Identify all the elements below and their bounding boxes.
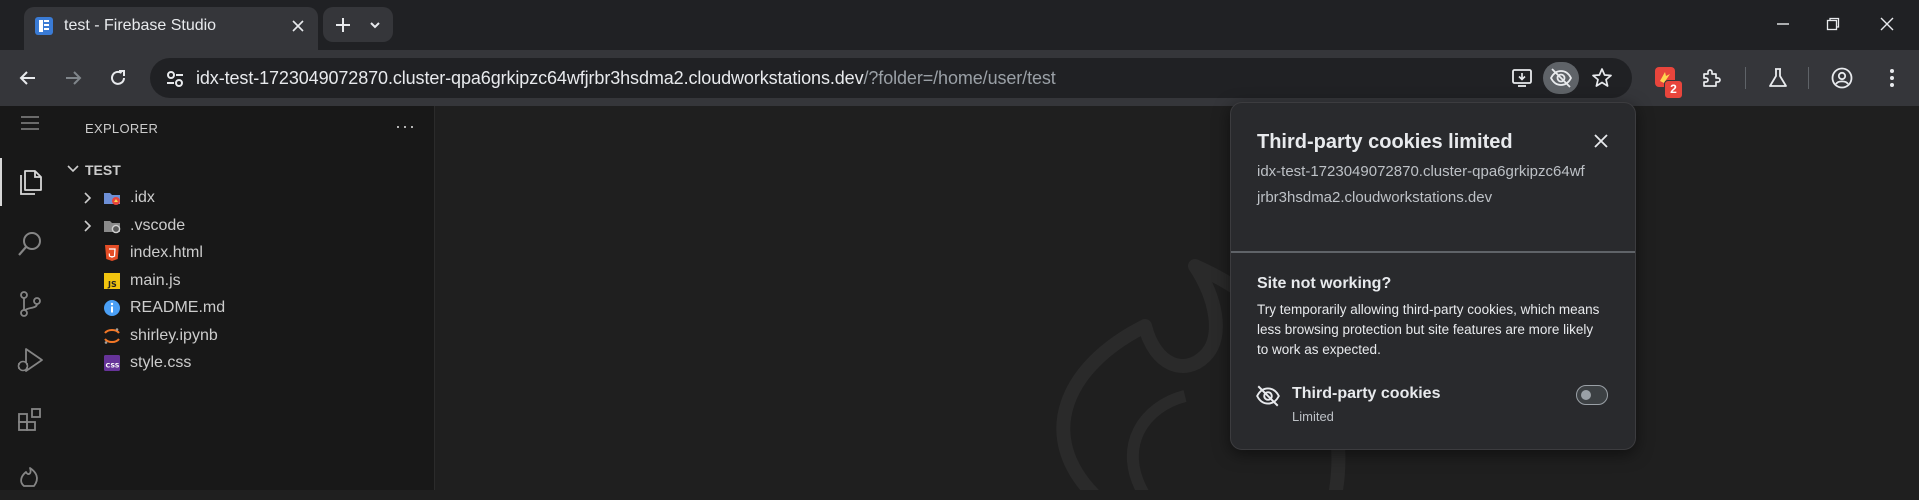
tree-item-label: main.js (130, 272, 181, 289)
tree-item-main-js[interactable]: JS main.js (60, 268, 434, 294)
tree-item-label: style.css (130, 354, 192, 371)
popup-description: Try temporarily allowing third-party coo… (1257, 302, 1600, 357)
reload-icon[interactable] (104, 64, 132, 92)
tree-item-shirley-ipynb[interactable]: shirley.ipynb (60, 323, 434, 349)
cookies-eye-off-icon (1549, 66, 1573, 90)
browser-titlebar: test - Firebase Studio (0, 0, 1919, 50)
chevron-right-icon (82, 219, 94, 238)
chevron-down-icon (66, 162, 80, 181)
workspace-folder-row[interactable]: TEST (60, 158, 434, 182)
chevron-right-icon (82, 191, 94, 210)
html-file-icon (103, 244, 121, 262)
window-close-icon[interactable] (1866, 8, 1908, 40)
workspace-folder-label: TEST (85, 162, 121, 178)
tree-item-style-css[interactable]: CSS style.css (60, 350, 434, 376)
tree-item-label: .vscode (130, 217, 186, 234)
css-file-icon: CSS (103, 354, 121, 372)
minimize-icon[interactable] (1762, 8, 1804, 40)
tree-item-label: shirley.ipynb (130, 327, 218, 344)
tab-title: test - Firebase Studio (64, 17, 217, 34)
source-control-icon[interactable] (0, 280, 60, 328)
explorer-more-actions[interactable]: ··· (395, 116, 416, 137)
toolbar-divider (1745, 67, 1746, 89)
activity-bar (0, 106, 61, 490)
tree-item-index-html[interactable]: index.html (60, 240, 434, 266)
tree-item-label: index.html (130, 244, 203, 261)
third-party-cookies-popup: Third-party cookies limited idx-test-172… (1230, 102, 1636, 450)
vscode-folder-icon (103, 217, 121, 235)
profile-account-icon[interactable] (1828, 64, 1856, 92)
tree-item-idx[interactable]: .idx (60, 185, 434, 211)
extension-badge: 2 (1664, 80, 1683, 99)
more-vert-icon[interactable] (1878, 64, 1906, 92)
js-file-icon: JS (103, 272, 121, 290)
forward-arrow-icon[interactable] (59, 64, 87, 92)
popup-host: idx-test-1723049072870.cluster-qpa6grkip… (1257, 163, 1585, 206)
svg-text:JS: JS (107, 280, 117, 289)
restore-icon[interactable] (1812, 8, 1854, 40)
run-debug-icon[interactable] (0, 336, 60, 384)
tab-close-icon[interactable] (286, 14, 310, 38)
info-file-icon (103, 299, 121, 317)
tree-item-readme[interactable]: README.md (60, 295, 434, 321)
url-text[interactable]: idx-test-1723049072870.cluster-qpa6grkip… (196, 68, 1056, 89)
bookmark-star-icon[interactable] (1590, 66, 1614, 90)
firebase-icon[interactable] (0, 452, 60, 500)
site-info-tune-icon[interactable] (164, 68, 186, 90)
popup-close-icon[interactable] (1589, 129, 1613, 153)
address-bar[interactable]: idx-test-1723049072870.cluster-qpa6grkip… (150, 58, 1632, 98)
tree-item-vscode[interactable]: .vscode (60, 213, 434, 239)
editor-area (435, 106, 1919, 490)
browser-tab[interactable]: test - Firebase Studio (24, 7, 318, 50)
popup-title: Third-party cookies limited (1257, 131, 1513, 153)
url-path: /?folder=/home/user/test (863, 68, 1056, 88)
search-icon[interactable] (0, 220, 60, 268)
tab-search-chevron-down-icon[interactable] (363, 13, 387, 37)
explorer-title: EXPLORER (85, 121, 159, 136)
extensions-icon[interactable] (0, 396, 60, 444)
install-app-icon[interactable] (1510, 66, 1534, 90)
new-tab-plus-icon[interactable] (331, 13, 355, 37)
idx-folder-icon (103, 189, 121, 207)
labs-flask-icon[interactable] (1764, 64, 1792, 92)
cookie-setting-label: Third-party cookies (1292, 385, 1441, 402)
tree-item-label: .idx (130, 189, 155, 206)
menu-icon[interactable] (0, 114, 60, 132)
tab-actions (323, 7, 393, 42)
extensions-puzzle-icon[interactable] (1698, 64, 1726, 92)
back-arrow-icon[interactable] (14, 64, 42, 92)
toggle-knob (1581, 390, 1591, 400)
firebase-studio-icon (34, 16, 54, 36)
explorer-sidebar: EXPLORER ··· TEST .idx .vscode index.htm… (60, 106, 435, 490)
toolbar-divider (1808, 67, 1809, 89)
eye-off-icon (1255, 383, 1281, 409)
third-party-cookies-toggle[interactable] (1576, 385, 1608, 405)
svg-text:CSS: CSS (106, 362, 120, 370)
tree-item-label: README.md (130, 299, 226, 316)
browser-toolbar: idx-test-1723049072870.cluster-qpa6grkip… (0, 50, 1919, 106)
popup-question: Site not working? (1257, 275, 1392, 292)
files-icon[interactable] (0, 158, 60, 206)
url-host: idx-test-1723049072870.cluster-qpa6grkip… (196, 68, 864, 88)
jupyter-file-icon (103, 327, 121, 345)
popup-divider (1231, 251, 1635, 253)
cookie-setting-status: Limited (1292, 409, 1334, 424)
